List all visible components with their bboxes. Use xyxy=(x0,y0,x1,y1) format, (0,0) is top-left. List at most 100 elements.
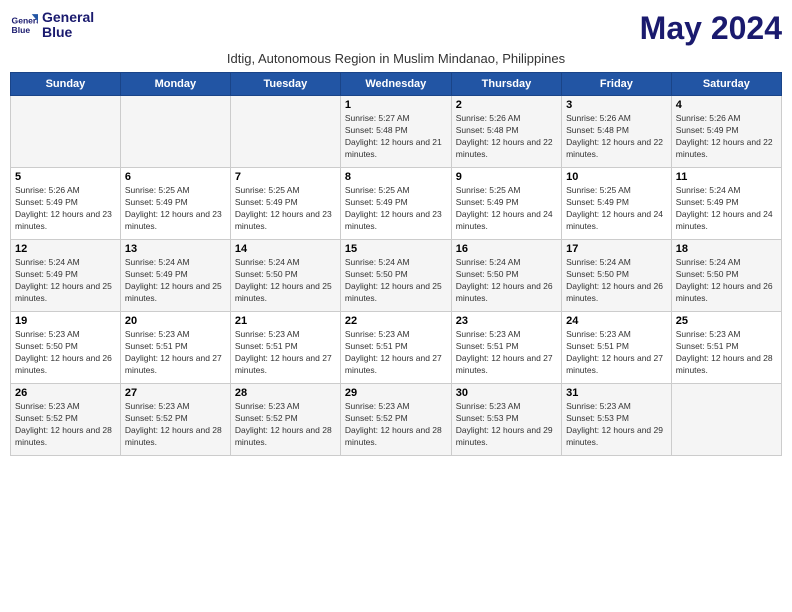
day-info: Sunrise: 5:24 AMSunset: 5:50 PMDaylight:… xyxy=(676,257,777,305)
day-info: Sunrise: 5:23 AMSunset: 5:51 PMDaylight:… xyxy=(566,329,667,377)
day-info: Sunrise: 5:23 AMSunset: 5:52 PMDaylight:… xyxy=(125,401,226,449)
day-number: 27 xyxy=(125,387,226,399)
svg-text:Blue: Blue xyxy=(12,25,31,35)
day-number: 15 xyxy=(345,243,447,255)
weekday-header-tuesday: Tuesday xyxy=(230,73,340,96)
month-title: May 2024 xyxy=(640,10,782,47)
calendar-cell: 9Sunrise: 5:25 AMSunset: 5:49 PMDaylight… xyxy=(451,168,561,240)
calendar-cell: 25 Sunrise: 5:23 AMSunset: 5:51 PMDayligh… xyxy=(671,312,781,384)
calendar-cell: 2 Sunrise: 5:26 AMSunset: 5:48 PMDaylight… xyxy=(451,96,561,168)
day-number: 29 xyxy=(345,387,447,399)
calendar-cell: 14Sunrise: 5:24 AMSunset: 5:50 PMDayligh… xyxy=(230,240,340,312)
weekday-header-row: SundayMondayTuesdayWednesdayThursdayFrid… xyxy=(11,73,782,96)
day-info: Sunrise: 5:23 AMSunset: 5:51 PMDaylight:… xyxy=(345,329,447,377)
day-number: 28 xyxy=(235,387,336,399)
calendar-cell: 27 Sunrise: 5:23 AMSunset: 5:52 PMDayligh… xyxy=(120,384,230,456)
calendar-cell: 4 Sunrise: 5:26 AMSunset: 5:49 PMDaylight… xyxy=(671,96,781,168)
calendar-table: SundayMondayTuesdayWednesdayThursdayFrid… xyxy=(10,72,782,456)
day-info: Sunrise: 5:23 AMSunset: 5:51 PMDaylight:… xyxy=(676,329,777,377)
day-number: 6 xyxy=(125,171,226,183)
weekday-header-wednesday: Wednesday xyxy=(340,73,451,96)
calendar-cell: 19 Sunrise: 5:23 AMSunset: 5:50 PMDayligh… xyxy=(11,312,121,384)
day-info: Sunrise: 5:23 AMSunset: 5:51 PMDaylight:… xyxy=(235,329,336,377)
day-info: Sunrise: 5:27 AMSunset: 5:48 PMDaylight:… xyxy=(345,113,447,161)
day-number: 2 xyxy=(456,99,557,111)
day-info: Sunrise: 5:25 AMSunset: 5:49 PMDaylight:… xyxy=(235,185,336,233)
calendar-cell: 18Sunrise: 5:24 AMSunset: 5:50 PMDayligh… xyxy=(671,240,781,312)
calendar-cell xyxy=(671,384,781,456)
day-info: Sunrise: 5:24 AMSunset: 5:49 PMDaylight:… xyxy=(676,185,777,233)
day-number: 11 xyxy=(676,171,777,183)
svg-text:General: General xyxy=(12,16,38,26)
calendar-cell: 13 Sunrise: 5:24 AMSunset: 5:49 PMDayligh… xyxy=(120,240,230,312)
day-number: 30 xyxy=(456,387,557,399)
day-info: Sunrise: 5:24 AMSunset: 5:49 PMDaylight:… xyxy=(125,257,226,305)
day-info: Sunrise: 5:24 AMSunset: 5:49 PMDaylight:… xyxy=(15,257,116,305)
calendar-cell: 29 Sunrise: 5:23 AMSunset: 5:52 PMDayligh… xyxy=(340,384,451,456)
calendar-cell: 20Sunrise: 5:23 AMSunset: 5:51 PMDayligh… xyxy=(120,312,230,384)
day-number: 16 xyxy=(456,243,557,255)
day-number: 21 xyxy=(235,315,336,327)
day-number: 1 xyxy=(345,99,447,111)
calendar-cell: 22Sunrise: 5:23 AMSunset: 5:51 PMDayligh… xyxy=(340,312,451,384)
week-row-0: 1 Sunrise: 5:27 AMSunset: 5:48 PMDaylight… xyxy=(11,96,782,168)
day-number: 4 xyxy=(676,99,777,111)
calendar-cell: 7 Sunrise: 5:25 AMSunset: 5:49 PMDaylight… xyxy=(230,168,340,240)
day-info: Sunrise: 5:23 AMSunset: 5:50 PMDaylight:… xyxy=(15,329,116,377)
calendar-cell: 12 Sunrise: 5:24 AMSunset: 5:49 PMDayligh… xyxy=(11,240,121,312)
day-info: Sunrise: 5:26 AMSunset: 5:49 PMDaylight:… xyxy=(676,113,777,161)
day-info: Sunrise: 5:23 AMSunset: 5:51 PMDaylight:… xyxy=(456,329,557,377)
calendar-cell: 8 Sunrise: 5:25 AMSunset: 5:49 PMDaylight… xyxy=(340,168,451,240)
calendar-cell: 1 Sunrise: 5:27 AMSunset: 5:48 PMDaylight… xyxy=(340,96,451,168)
day-info: Sunrise: 5:23 AMSunset: 5:53 PMDaylight:… xyxy=(456,401,557,449)
day-info: Sunrise: 5:23 AMSunset: 5:52 PMDaylight:… xyxy=(235,401,336,449)
day-number: 23 xyxy=(456,315,557,327)
week-row-3: 19 Sunrise: 5:23 AMSunset: 5:50 PMDayligh… xyxy=(11,312,782,384)
week-row-2: 12 Sunrise: 5:24 AMSunset: 5:49 PMDayligh… xyxy=(11,240,782,312)
weekday-header-friday: Friday xyxy=(562,73,672,96)
day-number: 26 xyxy=(15,387,116,399)
day-info: Sunrise: 5:25 AMSunset: 5:49 PMDaylight:… xyxy=(125,185,226,233)
day-number: 19 xyxy=(15,315,116,327)
day-number: 3 xyxy=(566,99,667,111)
day-info: Sunrise: 5:24 AMSunset: 5:50 PMDaylight:… xyxy=(566,257,667,305)
week-row-4: 26 Sunrise: 5:23 AMSunset: 5:52 PMDayligh… xyxy=(11,384,782,456)
calendar-cell xyxy=(230,96,340,168)
calendar-cell: 10Sunrise: 5:25 AMSunset: 5:49 PMDayligh… xyxy=(562,168,672,240)
day-number: 12 xyxy=(15,243,116,255)
logo: General Blue General Blue xyxy=(10,10,94,41)
day-info: Sunrise: 5:24 AMSunset: 5:50 PMDaylight:… xyxy=(456,257,557,305)
weekday-header-thursday: Thursday xyxy=(451,73,561,96)
calendar-cell: 21 Sunrise: 5:23 AMSunset: 5:51 PMDayligh… xyxy=(230,312,340,384)
calendar-cell: 3Sunrise: 5:26 AMSunset: 5:48 PMDaylight… xyxy=(562,96,672,168)
day-info: Sunrise: 5:23 AMSunset: 5:51 PMDaylight:… xyxy=(125,329,226,377)
calendar-cell: 30 Sunrise: 5:23 AMSunset: 5:53 PMDayligh… xyxy=(451,384,561,456)
day-info: Sunrise: 5:24 AMSunset: 5:50 PMDaylight:… xyxy=(235,257,336,305)
calendar-cell: 31Sunrise: 5:23 AMSunset: 5:53 PMDayligh… xyxy=(562,384,672,456)
calendar-cell: 28 Sunrise: 5:23 AMSunset: 5:52 PMDayligh… xyxy=(230,384,340,456)
logo-text-line2: Blue xyxy=(42,25,94,40)
day-info: Sunrise: 5:25 AMSunset: 5:49 PMDaylight:… xyxy=(345,185,447,233)
day-number: 13 xyxy=(125,243,226,255)
logo-icon: General Blue xyxy=(10,11,38,39)
day-info: Sunrise: 5:23 AMSunset: 5:52 PMDaylight:… xyxy=(15,401,116,449)
week-row-1: 5 Sunrise: 5:26 AMSunset: 5:49 PMDaylight… xyxy=(11,168,782,240)
day-info: Sunrise: 5:23 AMSunset: 5:53 PMDaylight:… xyxy=(566,401,667,449)
calendar-cell: 16 Sunrise: 5:24 AMSunset: 5:50 PMDayligh… xyxy=(451,240,561,312)
day-info: Sunrise: 5:24 AMSunset: 5:50 PMDaylight:… xyxy=(345,257,447,305)
calendar-cell: 17Sunrise: 5:24 AMSunset: 5:50 PMDayligh… xyxy=(562,240,672,312)
day-info: Sunrise: 5:26 AMSunset: 5:49 PMDaylight:… xyxy=(15,185,116,233)
calendar-cell: 5 Sunrise: 5:26 AMSunset: 5:49 PMDaylight… xyxy=(11,168,121,240)
day-number: 8 xyxy=(345,171,447,183)
day-number: 7 xyxy=(235,171,336,183)
subtitle: Idtig, Autonomous Region in Muslim Minda… xyxy=(10,51,782,66)
day-number: 24 xyxy=(566,315,667,327)
calendar-cell: 11 Sunrise: 5:24 AMSunset: 5:49 PMDayligh… xyxy=(671,168,781,240)
day-info: Sunrise: 5:26 AMSunset: 5:48 PMDaylight:… xyxy=(456,113,557,161)
day-number: 10 xyxy=(566,171,667,183)
day-info: Sunrise: 5:25 AMSunset: 5:49 PMDaylight:… xyxy=(456,185,557,233)
day-number: 25 xyxy=(676,315,777,327)
weekday-header-saturday: Saturday xyxy=(671,73,781,96)
day-number: 5 xyxy=(15,171,116,183)
day-info: Sunrise: 5:23 AMSunset: 5:52 PMDaylight:… xyxy=(345,401,447,449)
